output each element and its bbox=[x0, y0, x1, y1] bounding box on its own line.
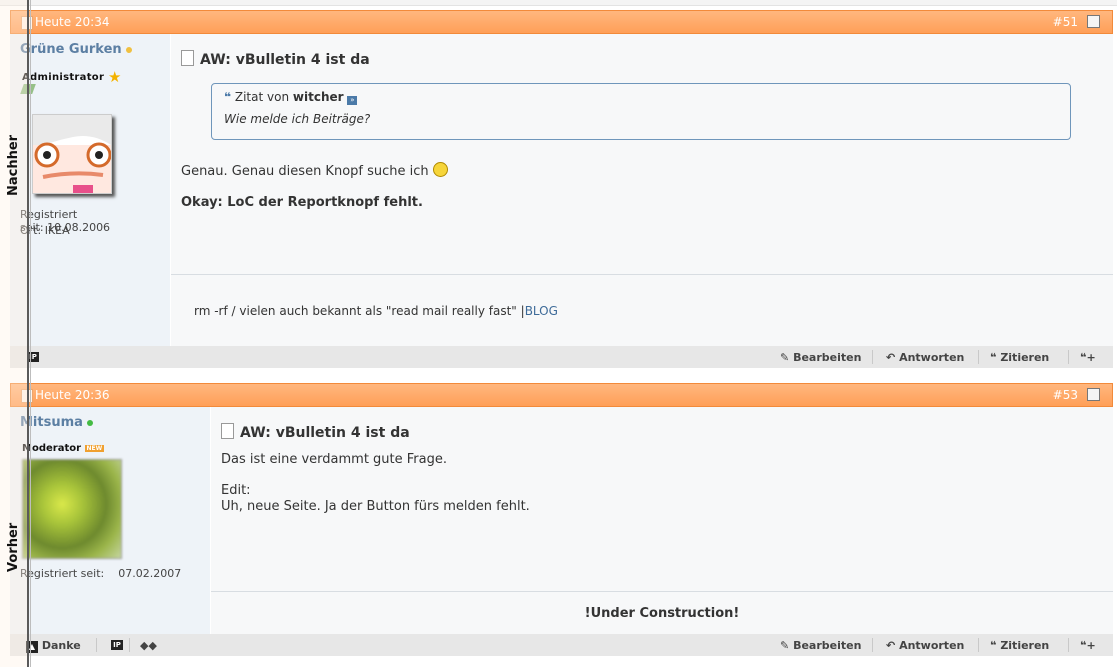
post-date: Heute 20:36 bbox=[35, 388, 110, 402]
separator bbox=[872, 638, 873, 652]
signature: rm -rf / vielen auch bekannt als "read m… bbox=[194, 304, 558, 318]
new-badge: NEW bbox=[84, 445, 105, 452]
report-icon: ◆◆ bbox=[140, 639, 157, 652]
post-number-link[interactable]: #53 bbox=[1053, 388, 1078, 402]
user-rank: Administrator ★ bbox=[22, 68, 122, 86]
quote-box: ❝ Zitat von witcher » Wie melde ich Beit… bbox=[211, 83, 1071, 140]
separator bbox=[872, 350, 873, 364]
quote-marks-icon: ❝ bbox=[224, 90, 232, 104]
pencil-icon: ✎ bbox=[780, 639, 790, 652]
reply-arrow-icon: ↶ bbox=[886, 351, 896, 364]
separator bbox=[129, 638, 130, 652]
post-body-line: Edit: bbox=[221, 483, 251, 498]
comparison-divider bbox=[27, 0, 29, 667]
inline-mod-checkbox[interactable] bbox=[1087, 15, 1100, 28]
edit-button[interactable]: ✎ Bearbeiten bbox=[780, 639, 861, 652]
separator bbox=[978, 350, 979, 364]
post-body-bold: Okay: LoC der Reportknopf fehlt. bbox=[181, 195, 423, 210]
post-footer: ▲ Danke IP ◆◆ ✎ Bearbeiten ↶ Antworten ❝… bbox=[10, 634, 1113, 656]
online-status-icon bbox=[125, 46, 132, 53]
smiley-icon bbox=[432, 162, 448, 177]
post-content: AW: vBulletin 4 ist da ❝ Zitat von witch… bbox=[171, 34, 1113, 346]
reply-arrow-icon: ↶ bbox=[886, 639, 896, 652]
signature: !Under Construction! bbox=[584, 606, 740, 621]
separator bbox=[978, 638, 979, 652]
ip-icon[interactable]: IP bbox=[111, 640, 123, 650]
user-panel: Grüne Gurken Administrator ★ Registriert… bbox=[10, 34, 170, 346]
document-icon bbox=[181, 50, 194, 66]
separator bbox=[96, 638, 97, 652]
user-panel: Mitsuma Moderator NEW Registriert seit: … bbox=[10, 407, 210, 634]
view-post-icon[interactable]: » bbox=[347, 96, 358, 105]
reply-button[interactable]: ↶ Antworten bbox=[886, 351, 964, 364]
user-rank: Moderator NEW bbox=[22, 443, 105, 454]
post-date: Heute 20:34 bbox=[35, 15, 110, 29]
post-title: AW: vBulletin 4 ist da bbox=[221, 423, 410, 441]
thanks-button[interactable]: ▲ Danke bbox=[26, 639, 81, 653]
quote-header: ❝ Zitat von witcher » bbox=[224, 90, 358, 105]
post-header: Heute 20:34 #51 bbox=[10, 10, 1113, 34]
signature-divider bbox=[211, 591, 1113, 592]
separator bbox=[1068, 350, 1069, 364]
online-status-icon bbox=[86, 419, 93, 426]
separator bbox=[1068, 638, 1069, 652]
quote-bubble-icon: ❝ bbox=[990, 351, 997, 364]
multi-quote-button[interactable]: ❝+ bbox=[1080, 351, 1096, 364]
quote-button[interactable]: ❝ Zitieren bbox=[990, 639, 1049, 652]
multi-quote-icon: ❝+ bbox=[1080, 639, 1096, 652]
multi-quote-button[interactable]: ❝+ bbox=[1080, 639, 1096, 652]
post-body: Genau. Genau diesen Knopf suche ich bbox=[181, 162, 448, 179]
quote-text: Wie melde ich Beiträge? bbox=[224, 112, 371, 126]
top-divider bbox=[0, 0, 1117, 6]
post-header: Heute 20:36 #53 bbox=[10, 383, 1113, 407]
avatar[interactable] bbox=[22, 459, 122, 559]
signature-divider bbox=[171, 274, 1113, 275]
post-number-link[interactable]: #51 bbox=[1053, 15, 1078, 29]
multi-quote-icon: ❝+ bbox=[1080, 351, 1096, 364]
registered-info: Registriert seit: 07.02.2007 bbox=[20, 567, 182, 580]
post-footer: IP ✎ Bearbeiten ↶ Antworten ❝ Zitieren ❝… bbox=[10, 346, 1113, 368]
quote-button[interactable]: ❝ Zitieren bbox=[990, 351, 1049, 364]
post-51: Heute 20:34 #51 Grüne Gurken Administrat… bbox=[10, 10, 1113, 370]
avatar[interactable] bbox=[32, 114, 112, 194]
username-link[interactable]: Grüne Gurken bbox=[20, 42, 132, 57]
inline-mod-checkbox[interactable] bbox=[1087, 388, 1100, 401]
post-title: AW: vBulletin 4 ist da bbox=[181, 50, 370, 68]
quote-bubble-icon: ❝ bbox=[990, 639, 997, 652]
post-53: Heute 20:36 #53 Mitsuma Moderator NEW Re… bbox=[10, 383, 1113, 667]
blog-link[interactable]: BLOG bbox=[525, 304, 558, 318]
star-icon: ★ bbox=[107, 68, 122, 86]
edit-button[interactable]: ✎ Bearbeiten bbox=[780, 351, 861, 364]
document-icon bbox=[221, 423, 234, 439]
post-content: AW: vBulletin 4 ist da Das ist eine verd… bbox=[211, 407, 1113, 634]
post-body-line: Das ist eine verdammt gute Frage. bbox=[221, 452, 448, 467]
before-label: Vorher bbox=[6, 522, 21, 572]
reply-button[interactable]: ↶ Antworten bbox=[886, 639, 964, 652]
comparison-divider-shadow bbox=[30, 0, 31, 667]
pencil-icon: ✎ bbox=[780, 351, 790, 364]
after-label: Nachher bbox=[6, 134, 21, 196]
report-button[interactable]: ◆◆ bbox=[140, 639, 157, 652]
post-body-line: Uh, neue Seite. Ja der Button fürs melde… bbox=[221, 499, 530, 514]
